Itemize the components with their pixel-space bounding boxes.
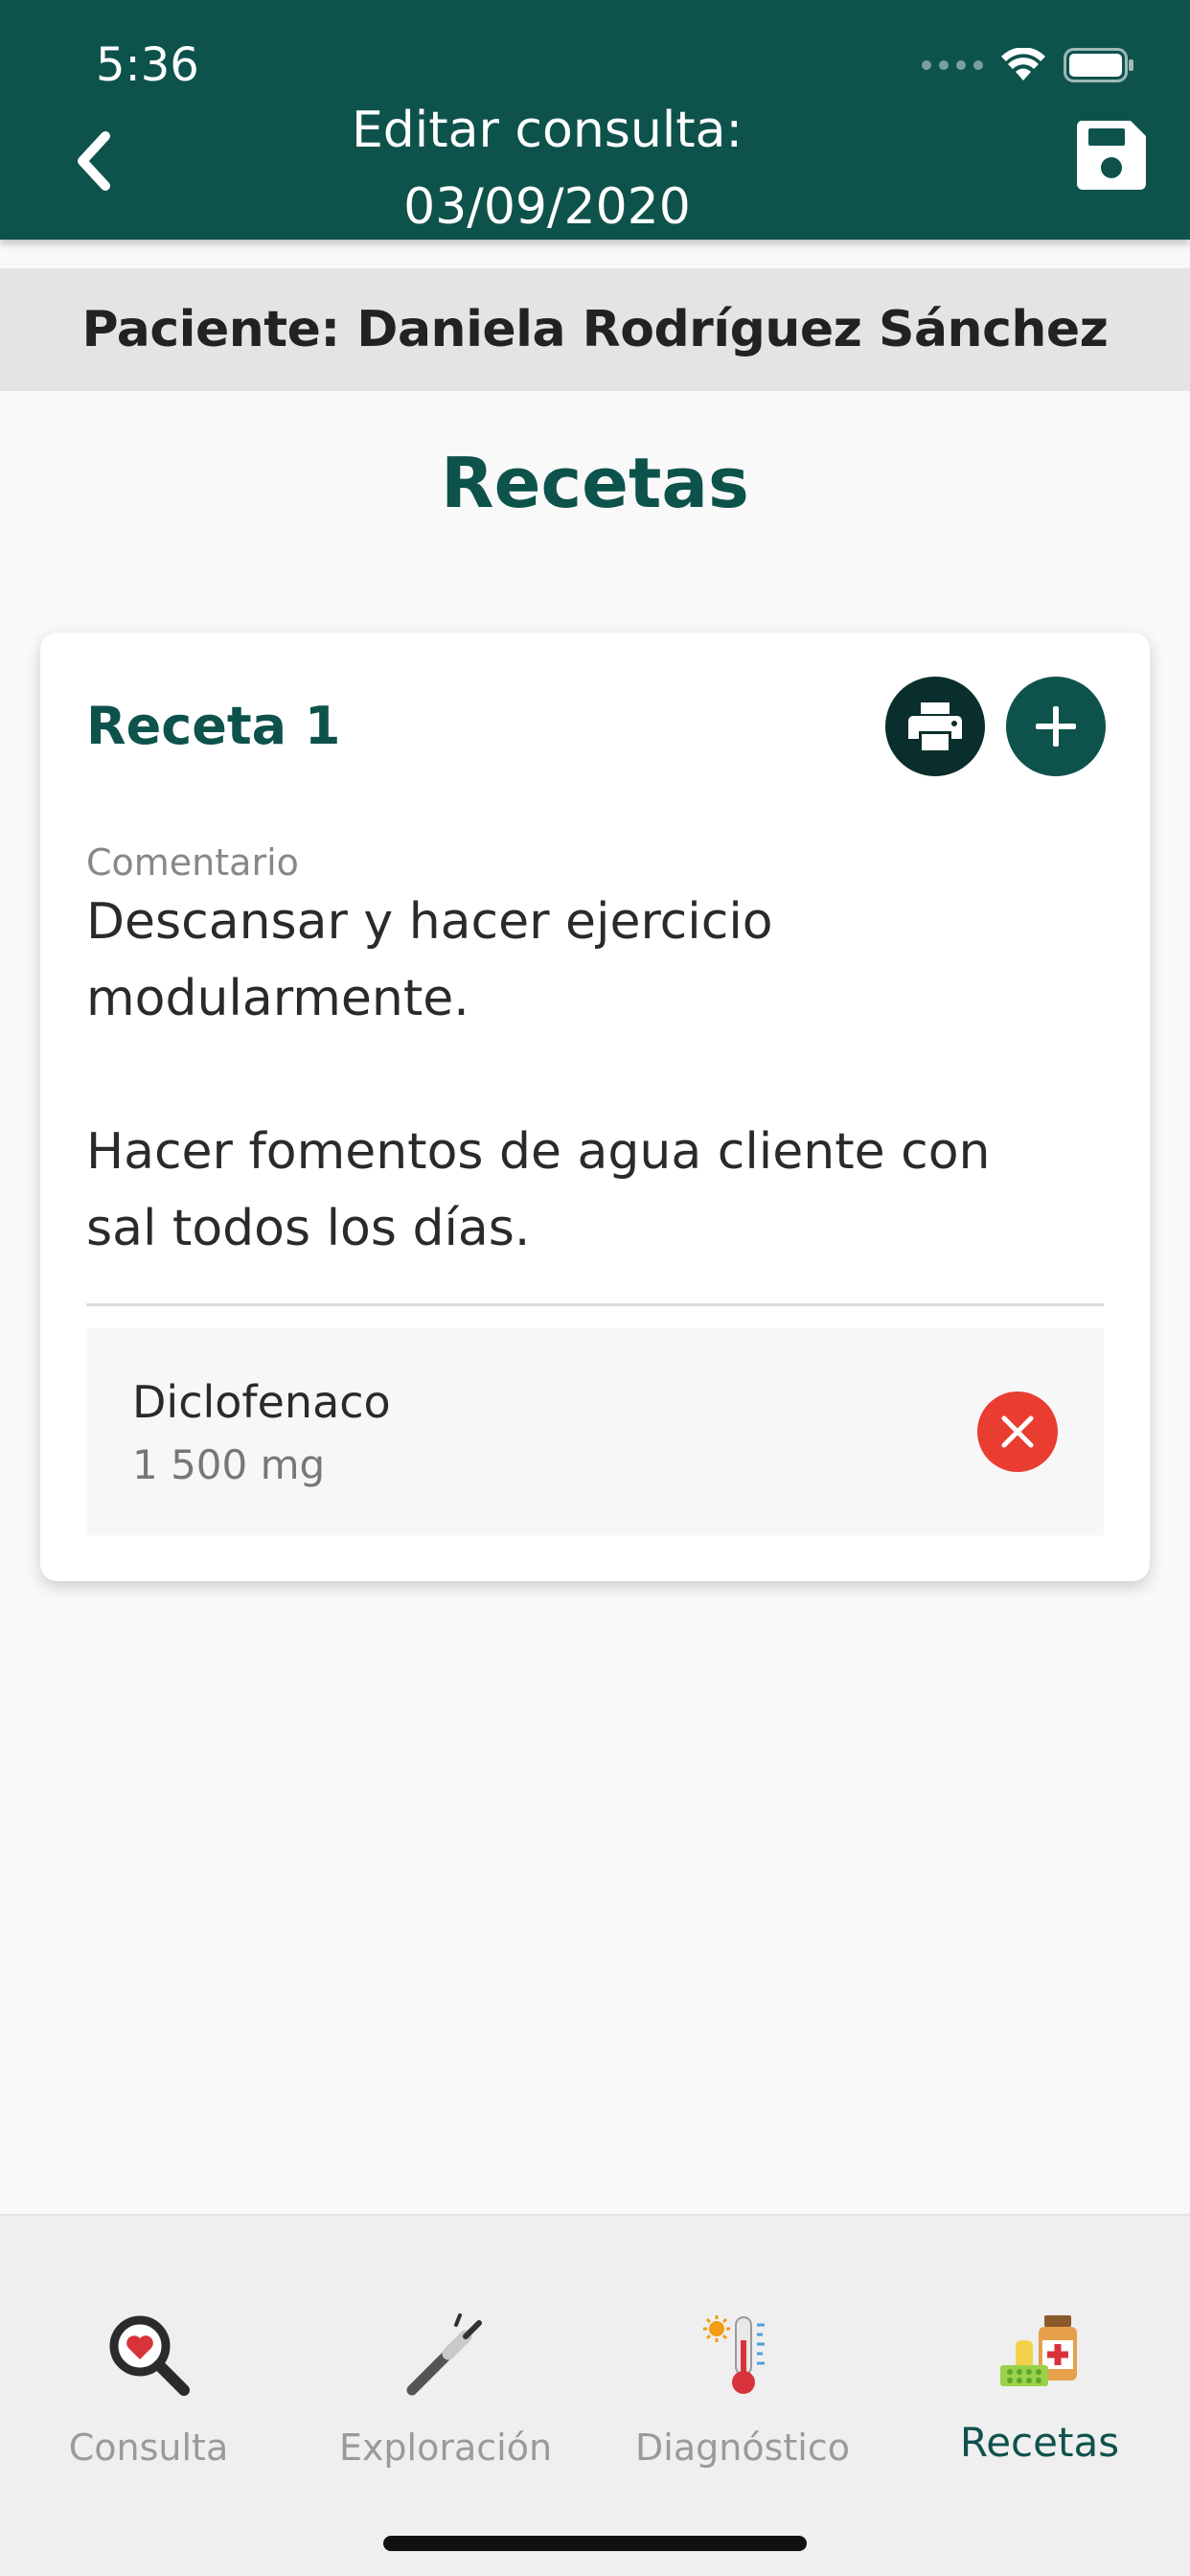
nav-label-diagnostico: Diagnóstico (635, 2426, 850, 2469)
add-medication-button[interactable] (1006, 677, 1106, 776)
battery-icon (1064, 48, 1133, 82)
cellular-signal-icon (922, 60, 983, 70)
magnifier-heart-icon (109, 2315, 190, 2396)
plus-icon (1036, 706, 1076, 747)
comment-text[interactable]: Descansar y hacer ejercicio modularmente… (86, 884, 1092, 1267)
header-title: Editar consulta: 03/09/2020 (287, 92, 807, 245)
card-divider (86, 1303, 1104, 1306)
wifi-icon (1001, 48, 1045, 80)
header-title-date: 03/09/2020 (403, 178, 691, 236)
medication-dose: 1 500 mg (132, 1441, 326, 1488)
nav-label-consulta: Consulta (68, 2426, 229, 2469)
thermometer-icon (703, 2315, 765, 2394)
comment-label: Comentario (86, 841, 299, 884)
remove-medication-button[interactable] (977, 1392, 1058, 1472)
save-icon[interactable] (1073, 117, 1150, 194)
status-time: 5:36 (96, 38, 199, 92)
patient-name: Paciente: Daniela Rodríguez Sánchez (81, 301, 1109, 358)
nav-label-recetas: Recetas (959, 2419, 1120, 2466)
medication-name: Diclofenaco (132, 1376, 391, 1428)
recipe-title: Receta 1 (86, 696, 341, 756)
home-indicator (383, 2536, 807, 2551)
otoscope-icon (406, 2313, 482, 2396)
nav-label-exploracion: Exploración (338, 2426, 553, 2469)
patient-bar: Paciente: Daniela Rodríguez Sánchez (0, 268, 1190, 391)
printer-icon (908, 702, 962, 750)
status-icons (922, 48, 1134, 82)
close-icon (1001, 1415, 1034, 1448)
print-button[interactable] (885, 677, 985, 776)
section-title: Recetas (441, 443, 749, 523)
screen: 5:36 Editar consulta: 03/09/2020 Pacient… (0, 0, 1190, 2576)
nav-item-consulta[interactable]: Consulta (0, 2312, 297, 2474)
medicine-icon (1000, 2315, 1077, 2386)
bottom-nav: Consulta Exploración Diagnóstico Recetas (0, 2214, 1190, 2576)
nav-item-diagnostico[interactable]: Diagnóstico (594, 2312, 891, 2474)
medication-item: Diclofenaco 1 500 mg (86, 1328, 1104, 1535)
back-button[interactable] (67, 126, 125, 196)
nav-item-exploracion[interactable]: Exploración (297, 2312, 594, 2474)
app-header: 5:36 Editar consulta: 03/09/2020 (0, 0, 1190, 240)
nav-item-recetas[interactable]: Recetas (891, 2312, 1188, 2474)
header-title-line1: Editar consulta: (351, 102, 744, 159)
